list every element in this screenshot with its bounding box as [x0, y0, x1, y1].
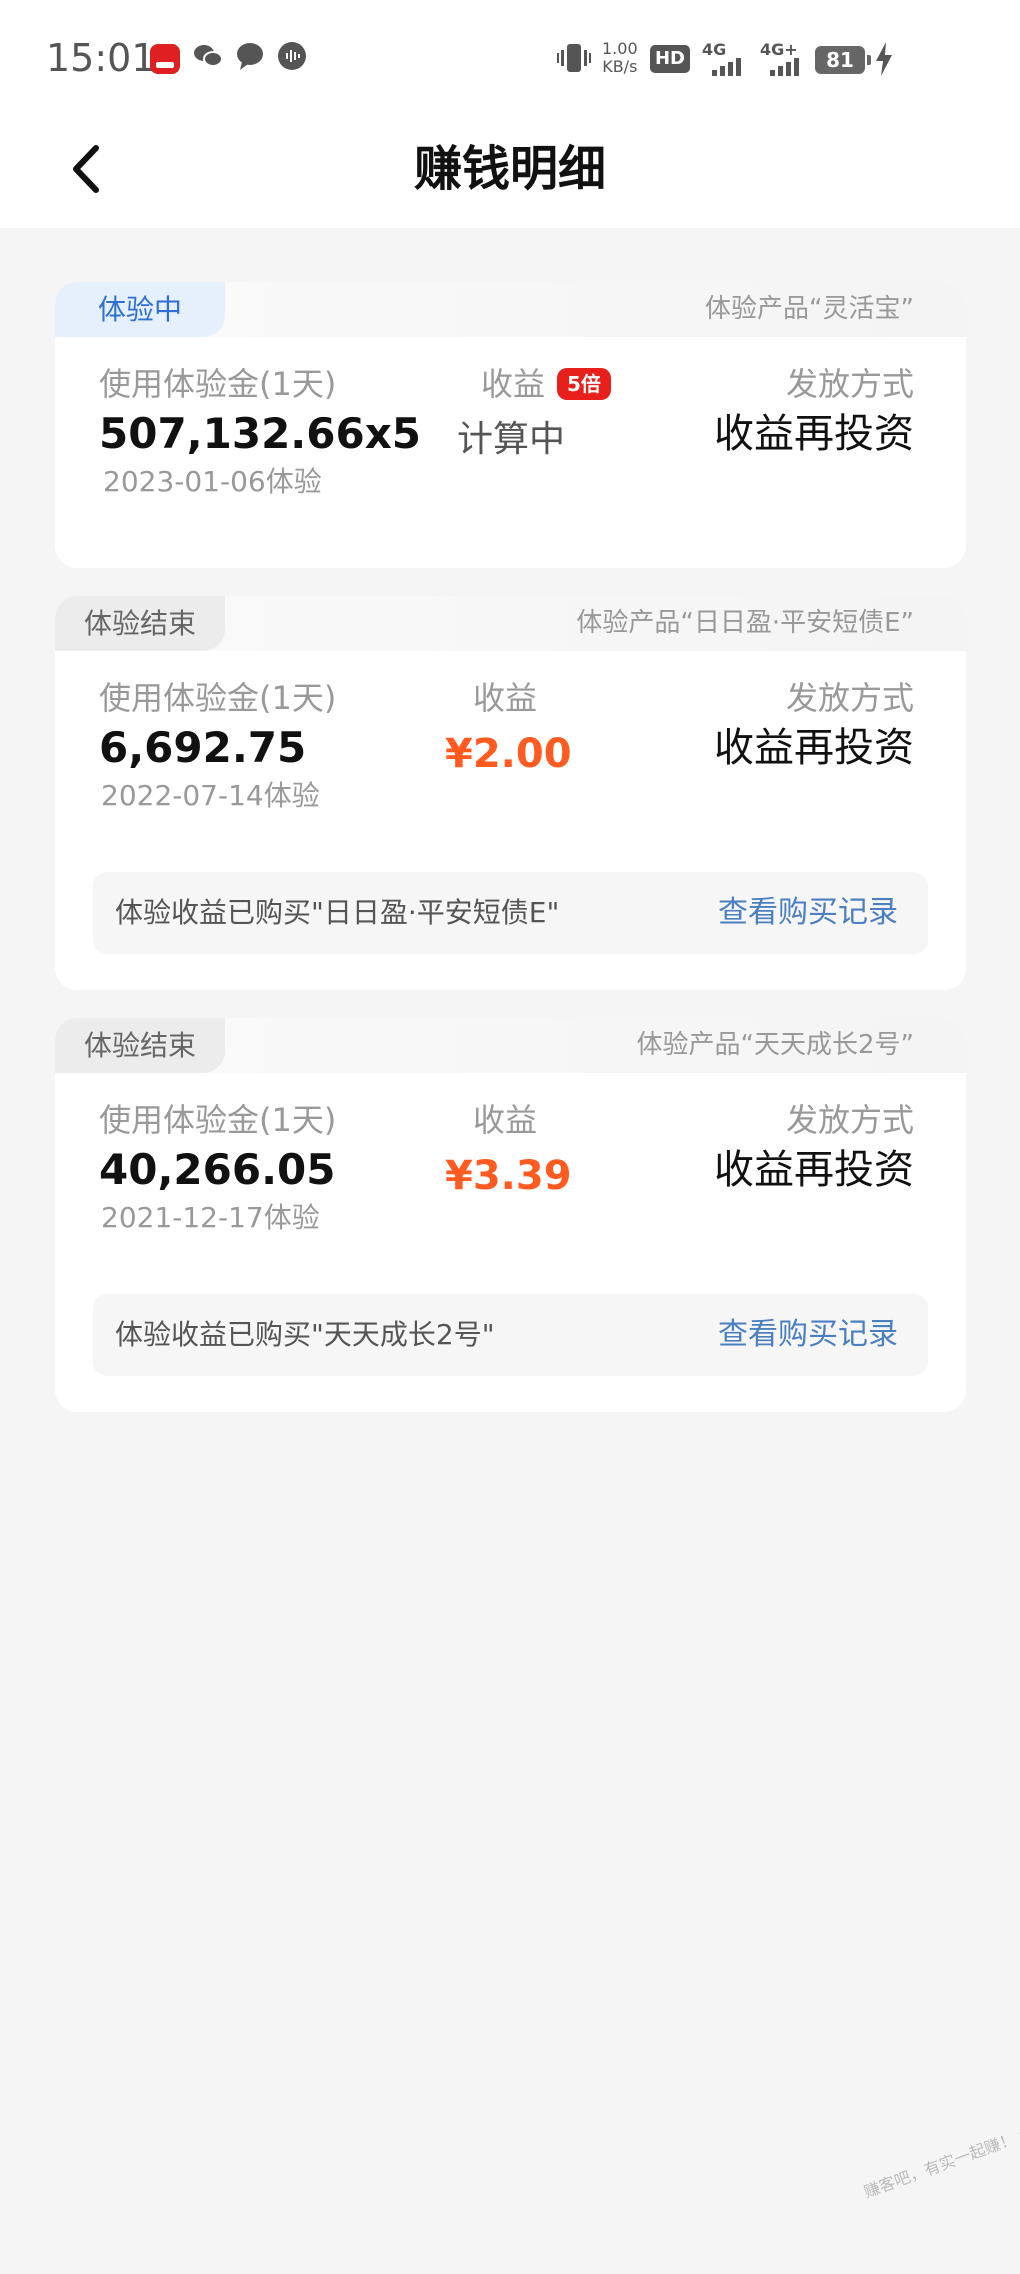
payout-label: 发放方式 [785, 679, 914, 717]
record-date: 2021-12-17体验 [101, 1201, 320, 1234]
card-header: 体验结束 体验产品“日日盈·平安短债E” [55, 596, 966, 651]
amount-label: 使用体验金(1天) [99, 365, 337, 403]
amount-column: 使用体验金(1天) 507,132.66x5 2023-01-06体验 [99, 362, 421, 502]
record-card-3[interactable]: 体验结束 体验产品“天天成长2号” 使用体验金(1天) 40,266.05 20… [55, 1018, 966, 1412]
amount-value: 40,266.05 [99, 1145, 336, 1194]
amount-column: 使用体验金(1天) 6,692.75 2022-07-14体验 [99, 676, 336, 816]
payout-column: 发放方式 收益再投资 [714, 362, 914, 462]
amount-value: 507,132.66x5 [99, 409, 422, 458]
nav-bar: 赚钱明细 [0, 118, 1020, 228]
bought-info-box: 体验收益已购买"天天成长2号" 查看购买记录 [93, 1294, 928, 1376]
product-label: 体验产品“灵活宝” [705, 294, 914, 324]
amount-value: 6,692.75 [99, 723, 307, 772]
signal-icon-1: 4G [702, 40, 754, 76]
card-header: 体验结束 体验产品“天天成长2号” [55, 1018, 966, 1073]
message-notification-icon [234, 40, 266, 81]
income-label: 收益 [472, 679, 537, 717]
income-column: 收益 ¥2.00 [445, 676, 572, 782]
record-card-2[interactable]: 体验结束 体验产品“日日盈·平安短债E” 使用体验金(1天) 6,692.75 … [55, 596, 966, 990]
payout-label: 发放方式 [785, 365, 914, 403]
battery-icon: 81 [815, 46, 871, 74]
income-column: 收益 ¥3.39 [445, 1098, 572, 1204]
payout-column: 发放方式 收益再投资 [714, 676, 914, 776]
income-column: 收益 5倍 计算中 [457, 362, 611, 468]
bought-text: 体验收益已购买"天天成长2号" [115, 1318, 495, 1351]
record-card-1[interactable]: 体验中 体验产品“灵活宝” 使用体验金(1天) 507,132.66x5 202… [55, 282, 966, 568]
amount-column: 使用体验金(1天) 40,266.05 2021-12-17体验 [99, 1098, 336, 1238]
card-header: 体验中 体验产品“灵活宝” [55, 282, 966, 337]
product-label: 体验产品“日日盈·平安短债E” [576, 608, 914, 638]
income-label: 收益 [481, 365, 546, 403]
charging-icon [874, 42, 894, 83]
watermark: 赚客吧，有实一起赚！ www.zuanke8.com [861, 2076, 1020, 2202]
alipay-notification-icon [150, 44, 180, 74]
record-date: 2023-01-06体验 [103, 465, 322, 498]
net-speed-unit: KB/s [602, 57, 638, 76]
page-title: 赚钱明细 [413, 141, 606, 197]
bought-info-box: 体验收益已购买"日日盈·平安短债E" 查看购买记录 [93, 872, 928, 954]
net-speed: 1.00 KB/s [602, 40, 638, 76]
status-tag: 体验结束 [55, 596, 225, 651]
signal2-label: 4G+ [760, 40, 798, 59]
signal-icon-2: 4G+ [760, 40, 812, 76]
income-label-row: 收益 5倍 [457, 362, 611, 406]
multiplier-badge: 5倍 [557, 368, 611, 400]
view-purchase-record-link[interactable]: 查看购买记录 [718, 1294, 898, 1376]
payout-value: 收益再投资 [714, 725, 914, 771]
product-label: 体验产品“天天成长2号” [636, 1030, 914, 1060]
signal1-label: 4G [702, 40, 727, 59]
page: 15:01 1.00 KB/s HD 4G 4G+ 81 赚钱明细 体验中 体验… [0, 0, 1020, 2274]
status-time: 15:01 [46, 36, 156, 80]
payout-column: 发放方式 收益再投资 [714, 1098, 914, 1198]
voice-notification-icon [276, 40, 308, 81]
amount-label: 使用体验金(1天) [99, 1101, 337, 1139]
hd-icon: HD [650, 45, 690, 73]
payout-label: 发放方式 [785, 1101, 914, 1139]
amount-label: 使用体验金(1天) [99, 679, 337, 717]
net-speed-value: 1.00 [602, 39, 638, 58]
record-date: 2022-07-14体验 [101, 779, 320, 812]
vibrate-icon [556, 40, 592, 85]
view-purchase-record-link[interactable]: 查看购买记录 [718, 872, 898, 954]
income-value: ¥3.39 [445, 1153, 572, 1199]
income-value: ¥2.00 [445, 731, 572, 777]
status-bar: 15:01 1.00 KB/s HD 4G 4G+ 81 [0, 0, 1020, 118]
income-value: 计算中 [457, 419, 566, 460]
status-tag: 体验中 [55, 282, 225, 337]
payout-value: 收益再投资 [714, 411, 914, 457]
bought-text: 体验收益已购买"日日盈·平安短债E" [115, 896, 560, 929]
income-label: 收益 [472, 1101, 537, 1139]
payout-value: 收益再投资 [714, 1147, 914, 1193]
wechat-notification-icon [192, 40, 224, 81]
status-tag: 体验结束 [55, 1018, 225, 1073]
